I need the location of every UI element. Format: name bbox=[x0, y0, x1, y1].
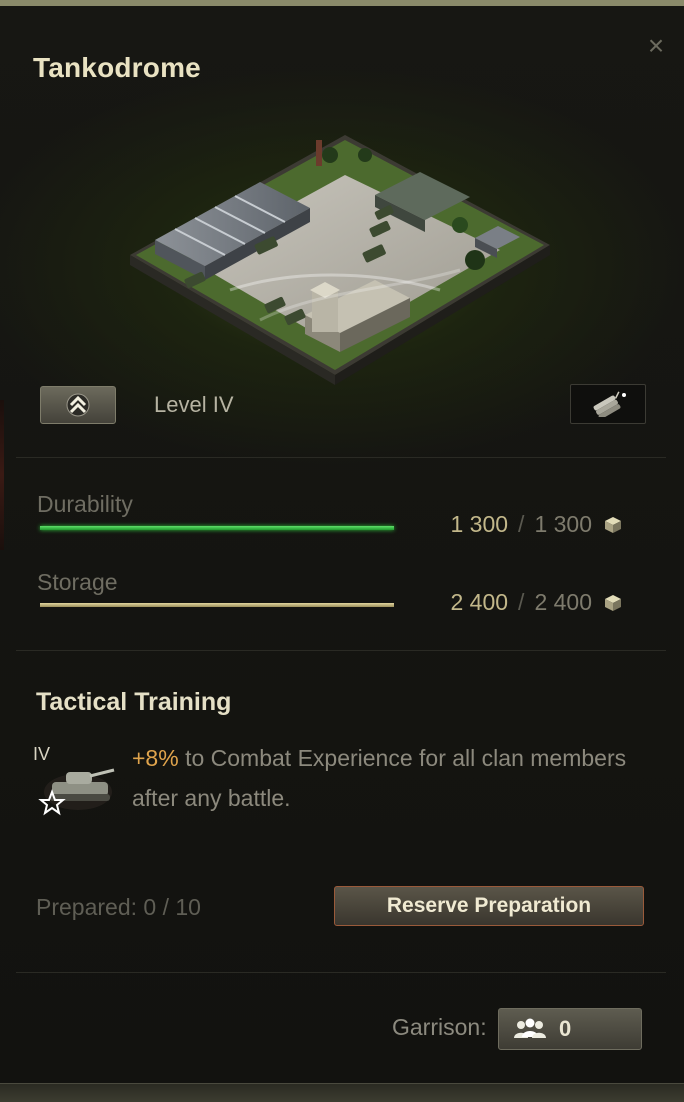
storage-bar-fill bbox=[40, 603, 394, 607]
industrial-resource-icon bbox=[605, 517, 621, 533]
panel-edge-decoration bbox=[0, 400, 4, 550]
storage-separator: / bbox=[518, 589, 525, 615]
storage-label: Storage bbox=[37, 569, 118, 595]
demolish-button[interactable] bbox=[570, 384, 646, 424]
people-icon bbox=[514, 1018, 546, 1038]
prepared-count: Prepared: 0 / 10 bbox=[36, 894, 201, 920]
durability-label: Durability bbox=[37, 491, 133, 517]
storage-current: 2 400 bbox=[450, 589, 509, 615]
storage-values: 2 400 / 2 400 bbox=[450, 589, 592, 616]
durability-separator: / bbox=[518, 511, 525, 537]
storage-bar bbox=[40, 603, 394, 607]
durability-values: 1 300 / 1 300 bbox=[450, 511, 592, 538]
reserve-bonus-value: +8% bbox=[132, 745, 179, 771]
reserve-title: Tactical Training bbox=[36, 688, 232, 716]
reserve-description: +8% to Combat Experience for all clan me… bbox=[132, 738, 642, 818]
reserve-preparation-button[interactable]: Reserve Preparation bbox=[334, 886, 644, 926]
divider bbox=[16, 457, 666, 458]
garrison-label: Garrison: bbox=[392, 1014, 487, 1040]
divider bbox=[16, 972, 666, 973]
tankodrome-illustration bbox=[130, 135, 550, 385]
divider bbox=[16, 650, 666, 651]
durability-bar-fill bbox=[40, 526, 394, 530]
double-chevron-up-icon bbox=[66, 393, 90, 417]
garrison-count: 0 bbox=[559, 1016, 572, 1041]
durability-current: 1 300 bbox=[450, 511, 509, 537]
reserve-tier: IV bbox=[33, 744, 51, 764]
close-icon[interactable]: × bbox=[643, 32, 669, 60]
building-level: Level IV bbox=[154, 392, 234, 417]
storage-max: 2 400 bbox=[534, 589, 592, 615]
upgrade-button[interactable] bbox=[40, 386, 116, 424]
durability-max: 1 300 bbox=[534, 511, 592, 537]
garrison-button[interactable]: 0 bbox=[498, 1008, 642, 1050]
durability-bar bbox=[40, 526, 394, 530]
panel-title: Tankodrome bbox=[33, 52, 201, 83]
reserve-bonus-text: to Combat Experience for all clan member… bbox=[132, 745, 627, 811]
industrial-resource-icon bbox=[605, 595, 621, 611]
dynamite-icon bbox=[593, 391, 626, 417]
